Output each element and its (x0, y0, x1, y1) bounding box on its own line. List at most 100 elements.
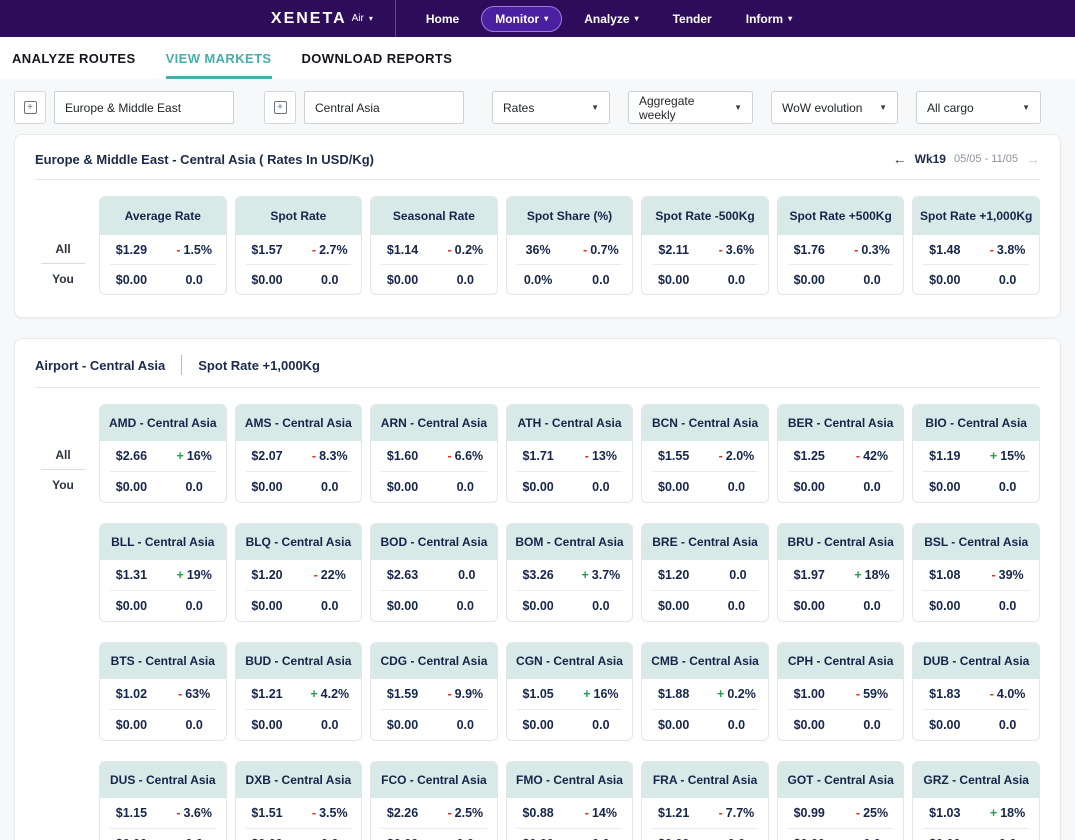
change-value: 3.6% (726, 243, 755, 257)
airport-cards-grid: All You AMD - Central Asia $2.66 +16% $0… (35, 404, 1040, 840)
change-sign: - (990, 687, 994, 701)
all-change: +19% (163, 568, 226, 582)
xeneta-brand[interactable]: XENETA Air ▾ (271, 10, 395, 28)
all-value: $1.15 (100, 806, 163, 820)
metric-card-header[interactable]: FCO - Central Asia (371, 762, 497, 798)
metric-card-header[interactable]: BCN - Central Asia (642, 405, 768, 441)
aggregate-dropdown[interactable]: Aggregate weekly ▼ (628, 91, 753, 124)
nav-item-home[interactable]: Home (414, 7, 471, 31)
you-row: $0.00 0.0 (913, 591, 1039, 621)
you-row: $0.00 0.0 (507, 591, 633, 621)
all-change: -3.6% (163, 806, 226, 820)
nav-item-tender[interactable]: Tender (661, 7, 724, 31)
tab-analyze-routes[interactable]: ANALYZE ROUTES (12, 37, 136, 79)
metric-card-header[interactable]: BOD - Central Asia (371, 524, 497, 560)
you-change: 0.0 (298, 718, 361, 732)
you-value: 0.0% (507, 273, 570, 287)
all-change: -13% (569, 449, 632, 463)
you-value: $0.00 (778, 273, 841, 287)
destination-input[interactable]: Central Asia (304, 91, 464, 124)
metric-card-header[interactable]: BER - Central Asia (778, 405, 904, 441)
metric-card: BER - Central Asia $1.25 -42% $0.00 0.0 (777, 404, 905, 503)
metric-card: BRE - Central Asia $1.20 0.0 $0.00 0.0 (641, 523, 769, 622)
all-row: $1.59 -9.9% (371, 679, 497, 709)
you-value: $0.00 (236, 718, 299, 732)
change-value: 2.5% (455, 806, 484, 820)
you-change: 0.0 (569, 599, 632, 613)
all-change: +4.2% (298, 687, 361, 701)
you-change: 0.0 (434, 718, 497, 732)
metric-card-header[interactable]: CDG - Central Asia (371, 643, 497, 679)
nav-item-monitor[interactable]: Monitor▾ (481, 6, 562, 32)
metric-card: BIO - Central Asia $1.19 +15% $0.00 0.0 (912, 404, 1040, 503)
change-sign: - (312, 243, 316, 257)
all-row: $1.20 0.0 (642, 560, 768, 590)
you-value: $0.00 (371, 273, 434, 287)
all-value: $1.25 (778, 449, 841, 463)
tab-download-reports[interactable]: DOWNLOAD REPORTS (302, 37, 453, 79)
metric-card-header[interactable]: BTS - Central Asia (100, 643, 226, 679)
chevron-down-icon: ▾ (369, 14, 373, 23)
metric-card-header[interactable]: GRZ - Central Asia (913, 762, 1039, 798)
metric-card-header[interactable]: DUB - Central Asia (913, 643, 1039, 679)
you-row: $0.00 0.0 (100, 710, 226, 740)
metric-card-header[interactable]: AMD - Central Asia (100, 405, 226, 441)
metric-card-header[interactable]: CMB - Central Asia (642, 643, 768, 679)
airport-panel-subtitle: Spot Rate +1,000Kg (198, 358, 320, 373)
metric-card-header[interactable]: ATH - Central Asia (507, 405, 633, 441)
you-value: $0.00 (507, 718, 570, 732)
metric-card-header: Spot Rate -500Kg (642, 197, 768, 235)
add-destination-button[interactable]: + (264, 91, 296, 124)
metric-card-header[interactable]: FRA - Central Asia (642, 762, 768, 798)
you-row: $0.00 0.0 (778, 591, 904, 621)
origin-input[interactable]: Europe & Middle East (54, 91, 234, 124)
change-sign: - (447, 243, 451, 257)
metric-card: ARN - Central Asia $1.60 -6.6% $0.00 0.0 (370, 404, 498, 503)
you-row: $0.00 0.0 (100, 829, 226, 840)
nav-item-label: Home (426, 12, 459, 26)
navbar-divider (395, 0, 396, 37)
you-row: $0.00 0.0 (778, 265, 904, 294)
add-origin-button[interactable]: + (14, 91, 46, 124)
metric-card-header[interactable]: FMO - Central Asia (507, 762, 633, 798)
all-row: $2.63 0.0 (371, 560, 497, 590)
metric-card-header[interactable]: BLL - Central Asia (100, 524, 226, 560)
cargo-dropdown[interactable]: All cargo ▼ (916, 91, 1041, 124)
metric-card-header[interactable]: ARN - Central Asia (371, 405, 497, 441)
all-change: -3.6% (705, 243, 768, 257)
all-change: +0.2% (705, 687, 768, 701)
change-value: 16% (594, 687, 619, 701)
metric-card-header[interactable]: BIO - Central Asia (913, 405, 1039, 441)
metric-card-header[interactable]: AMS - Central Asia (236, 405, 362, 441)
prev-week-arrow-icon[interactable]: ← (893, 151, 907, 167)
row-gutter-spacer (35, 642, 91, 741)
nav-item-analyze[interactable]: Analyze▾ (572, 7, 650, 31)
all-value: $1.59 (371, 687, 434, 701)
rates-dropdown[interactable]: Rates ▼ (492, 91, 610, 124)
you-change: 0.0 (705, 599, 768, 613)
metric-card-header[interactable]: GOT - Central Asia (778, 762, 904, 798)
change-value: 0.2% (727, 687, 756, 701)
you-value: $0.00 (507, 480, 570, 494)
all-change: -0.2% (434, 243, 497, 257)
metric-card-header[interactable]: DUS - Central Asia (100, 762, 226, 798)
you-value: $0.00 (100, 599, 163, 613)
metric-card-header[interactable]: BSL - Central Asia (913, 524, 1039, 560)
metric-card-header[interactable]: BRE - Central Asia (642, 524, 768, 560)
nav-item-label: Monitor (495, 12, 539, 26)
you-row: $0.00 0.0 (236, 265, 362, 294)
metric-card-header[interactable]: CPH - Central Asia (778, 643, 904, 679)
metric-card-header[interactable]: BLQ - Central Asia (236, 524, 362, 560)
all-row: $1.71 -13% (507, 441, 633, 471)
metric-card-header[interactable]: BUD - Central Asia (236, 643, 362, 679)
change-sign: - (991, 568, 995, 582)
evolution-dropdown[interactable]: WoW evolution ▼ (771, 91, 898, 124)
tab-view-markets[interactable]: VIEW MARKETS (166, 37, 272, 79)
metric-card-header[interactable]: BOM - Central Asia (507, 524, 633, 560)
metric-card-header[interactable]: CGN - Central Asia (507, 643, 633, 679)
next-week-arrow-icon[interactable]: → (1026, 151, 1040, 167)
metric-card-header[interactable]: BRU - Central Asia (778, 524, 904, 560)
all-change: +15% (976, 449, 1039, 463)
nav-item-inform[interactable]: Inform▾ (734, 7, 804, 31)
metric-card-header[interactable]: DXB - Central Asia (236, 762, 362, 798)
